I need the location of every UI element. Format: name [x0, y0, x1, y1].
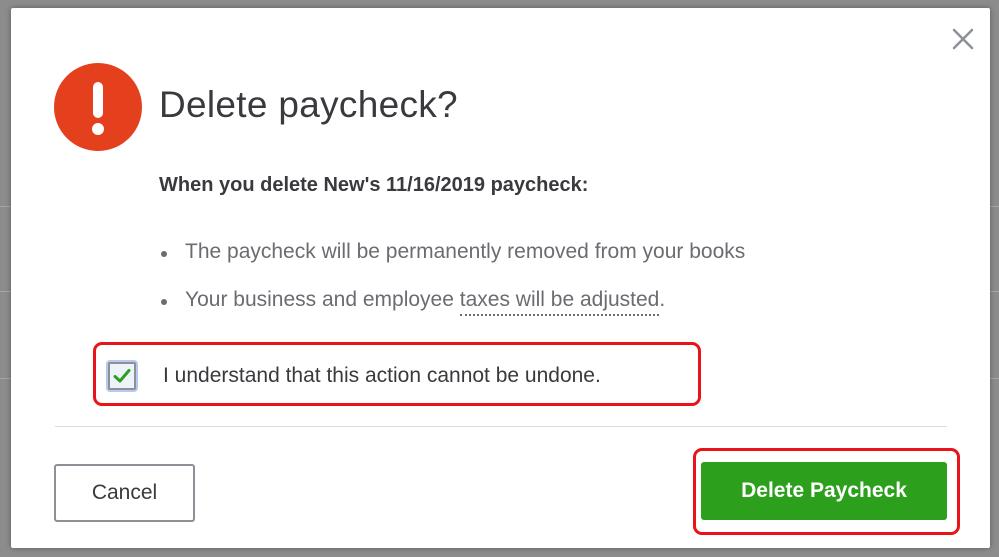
background-line — [990, 206, 999, 207]
background-line — [990, 378, 999, 379]
confirm-checkbox-row[interactable]: I understand that this action cannot be … — [108, 358, 601, 394]
delete-paycheck-dialog: Delete paycheck? When you delete New's 1… — [11, 8, 990, 548]
background-line — [0, 206, 11, 207]
close-button[interactable] — [948, 24, 978, 54]
list-item-text-suffix: . — [659, 288, 666, 311]
list-item: The paycheck will be permanently removed… — [159, 240, 745, 288]
taxes-adjusted-tooltip-link[interactable]: taxes will be adjusted — [459, 288, 660, 316]
close-icon — [952, 28, 974, 50]
list-item-text: The paycheck will be permanently removed… — [185, 240, 746, 263]
list-item-text-prefix: Your business and employee — [185, 288, 460, 311]
bullet-icon — [161, 299, 167, 305]
dialog-title: Delete paycheck? — [159, 84, 458, 125]
background-line — [990, 291, 999, 292]
cancel-button[interactable]: Cancel — [54, 464, 195, 522]
checkmark-icon — [113, 369, 131, 383]
delete-paycheck-button[interactable]: Delete Paycheck — [701, 462, 947, 520]
list-item: Your business and employee taxes will be… — [159, 288, 745, 336]
background-line — [0, 378, 11, 379]
confirm-checkbox[interactable] — [108, 362, 136, 390]
exclamation-icon — [54, 63, 142, 151]
consequence-list: The paycheck will be permanently removed… — [159, 240, 745, 336]
bullet-icon — [161, 251, 167, 257]
footer-divider — [55, 426, 947, 427]
confirm-checkbox-label: I understand that this action cannot be … — [163, 364, 601, 387]
background-line — [0, 291, 11, 292]
dialog-subtitle: When you delete New's 11/16/2019 paychec… — [159, 174, 589, 196]
